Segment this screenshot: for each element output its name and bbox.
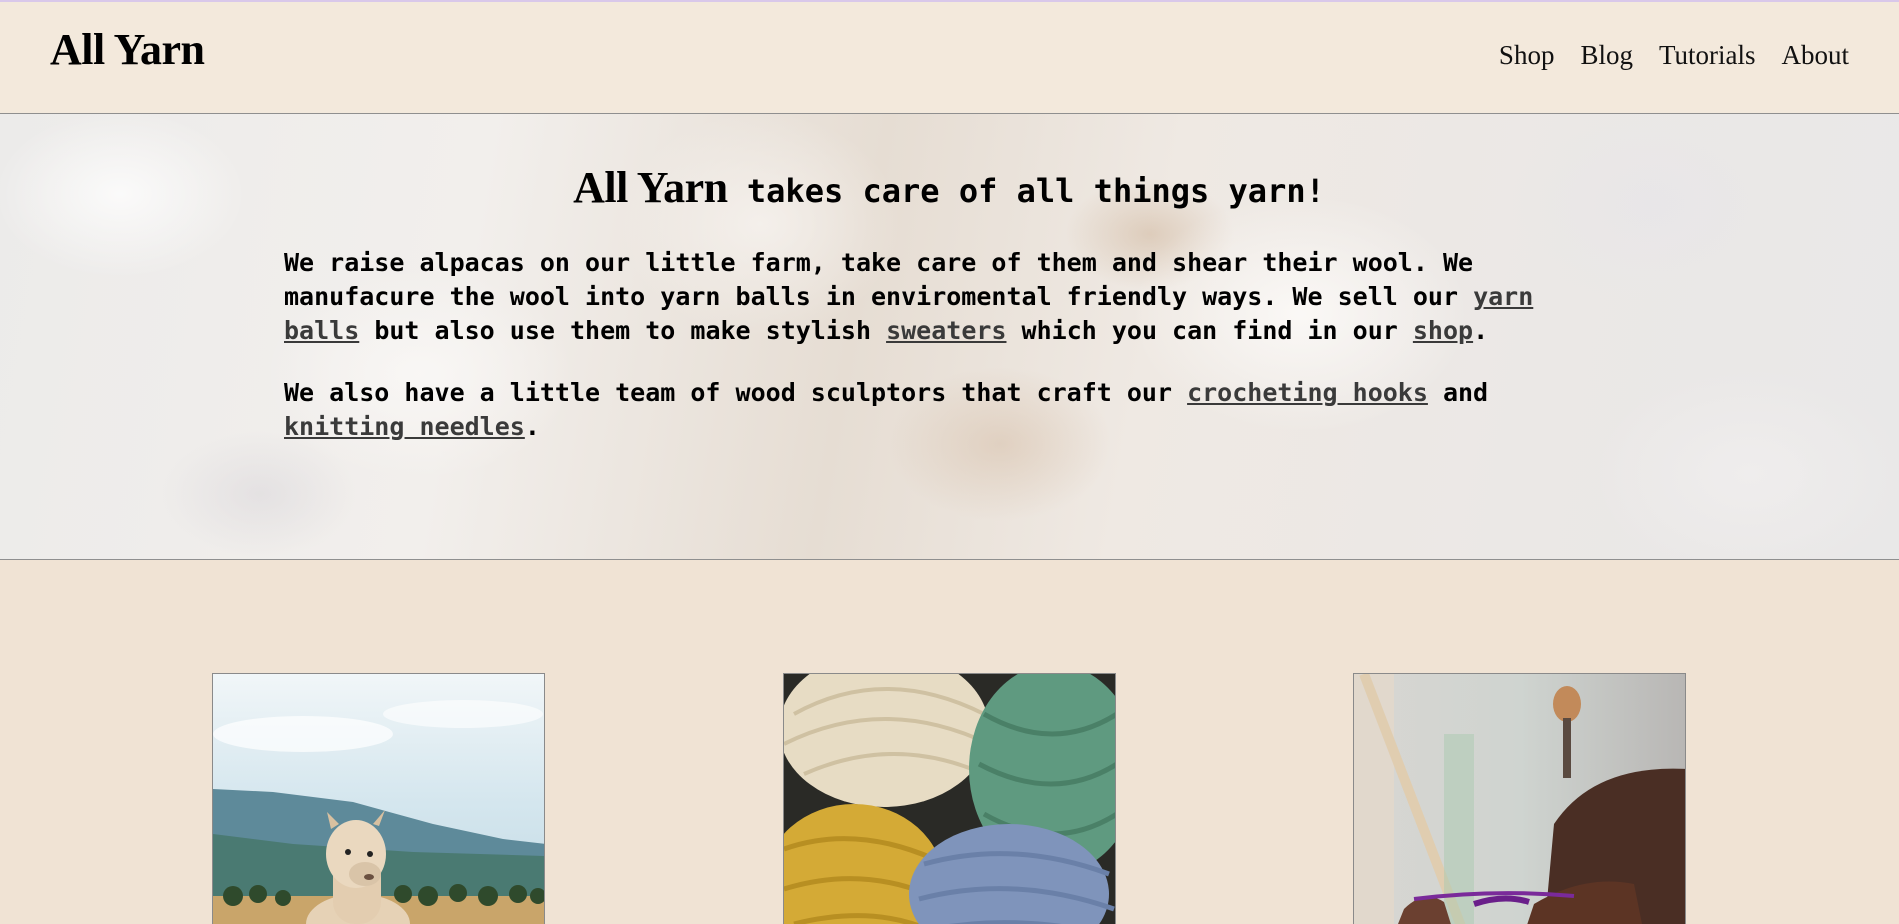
nav-about[interactable]: About: [1782, 42, 1850, 69]
crocheting-image[interactable]: [1353, 673, 1686, 924]
link-knitting-needles[interactable]: knitting needles: [284, 412, 525, 441]
link-sweaters[interactable]: sweaters: [886, 316, 1006, 345]
hero-text: which you can find in our: [1006, 316, 1413, 346]
feature-cards: [0, 673, 1899, 924]
hero-paragraph-farm: We raise alpacas on our little farm, tak…: [284, 246, 1584, 348]
hero-content: All Yarn takes care of all things yarn! …: [284, 163, 1584, 472]
nav-tutorials[interactable]: Tutorials: [1659, 42, 1756, 69]
link-shop[interactable]: shop: [1413, 316, 1473, 345]
hero-title-brand: All Yarn: [573, 163, 728, 212]
site-logo[interactable]: All Yarn: [50, 28, 205, 72]
nav-blog[interactable]: Blog: [1580, 42, 1633, 69]
yarn-balls-image[interactable]: [783, 673, 1116, 924]
hero-title: All Yarn takes care of all things yarn!: [284, 163, 1614, 212]
hero-text: We also have a little team of wood sculp…: [284, 378, 1188, 408]
alpaca-image[interactable]: [212, 673, 545, 924]
hero-banner: All Yarn takes care of all things yarn! …: [0, 114, 1899, 560]
hero-title-rest: takes care of all things yarn!: [727, 172, 1325, 210]
site-header: All Yarn Shop Blog Tutorials About: [0, 2, 1899, 114]
hero-paragraph-sculptors: We also have a little team of wood sculp…: [284, 376, 1584, 444]
hero-text: .: [1473, 316, 1489, 346]
hero-text: We raise alpacas on our little farm, tak…: [284, 248, 1474, 312]
hero-text: but also use them to make stylish: [359, 316, 887, 346]
link-crocheting-hooks[interactable]: crocheting hooks: [1187, 378, 1428, 407]
main-nav: Shop Blog Tutorials About: [1499, 42, 1849, 69]
nav-shop[interactable]: Shop: [1499, 42, 1555, 69]
hero-text: .: [524, 412, 540, 442]
hero-text: and: [1427, 378, 1489, 408]
